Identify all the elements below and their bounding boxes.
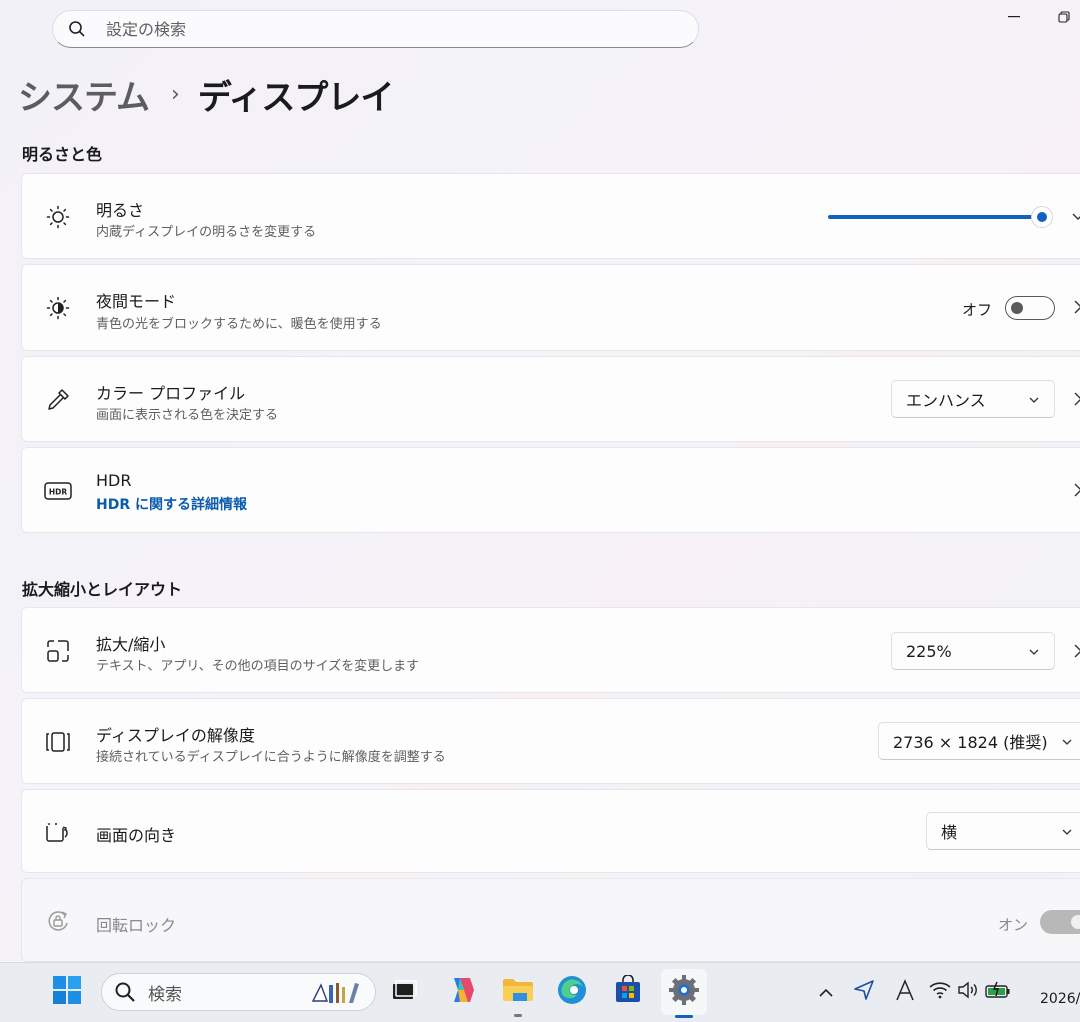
- ime-icon: [895, 979, 915, 1005]
- store-icon: [613, 974, 643, 1009]
- show-hidden-icons-button[interactable]: [805, 971, 847, 1013]
- color-profile-title: カラー プロファイル: [96, 384, 246, 403]
- resolution-subtitle: 接続されているディスプレイに合うように解像度を調整する: [96, 750, 446, 765]
- search-input[interactable]: [104, 18, 628, 40]
- orientation-value: 横: [941, 823, 958, 842]
- taskbar-search-label: 検索: [148, 984, 182, 1005]
- gear-icon: [668, 974, 700, 1010]
- brightness-card: 明るさ 内蔵ディスプレイの明るさを変更する: [21, 173, 1080, 259]
- night-mode-card[interactable]: 夜間モード 青色の光をブロックするために、暖色を使用する オフ: [21, 264, 1080, 351]
- task-view-button[interactable]: [383, 971, 425, 1013]
- location-arrow-icon: [853, 979, 875, 1005]
- resolution-card: ディスプレイの解像度 接続されているディスプレイに合うように解像度を調整する 2…: [21, 698, 1080, 784]
- windows-logo-icon: [52, 975, 82, 1009]
- chevron-right-icon[interactable]: [1072, 642, 1080, 663]
- night-light-icon: [44, 294, 72, 322]
- rotation-lock-state: オン: [998, 916, 1029, 934]
- chevron-right-icon: ›: [170, 82, 180, 107]
- chevron-down-icon: [1028, 391, 1040, 403]
- hdr-icon-text: HDR: [49, 488, 68, 497]
- edge-browser-icon: [556, 974, 588, 1010]
- chevron-down-icon[interactable]: [1072, 206, 1080, 227]
- settings-button[interactable]: [661, 969, 707, 1018]
- orientation-dropdown[interactable]: 横: [926, 812, 1080, 850]
- resolution-value: 2736 × 1824 (推奨): [893, 733, 1048, 752]
- hdr-icon: HDR: [44, 477, 72, 505]
- scale-card: 拡大/縮小 テキスト、アプリ、その他の項目のサイズを変更します 225%: [21, 607, 1080, 693]
- color-profile-dropdown[interactable]: エンハンス: [891, 380, 1055, 418]
- folder-icon: [501, 975, 535, 1009]
- settings-search-box[interactable]: [52, 10, 699, 48]
- running-indicator: [514, 1014, 522, 1017]
- brightness-subtitle: 内蔵ディスプレイの明るさを変更する: [96, 225, 317, 240]
- task-view-icon: [390, 978, 418, 1006]
- search-highlight-icon: [309, 979, 367, 1011]
- taskbar: 検索 2026/: [0, 962, 1080, 1022]
- slider-track: [828, 215, 1038, 219]
- wifi-icon: [929, 981, 951, 1003]
- orientation-title: 画面の向き: [96, 826, 177, 845]
- night-mode-toggle[interactable]: [1005, 296, 1055, 320]
- orientation-card: 画面の向き 横: [21, 789, 1080, 873]
- night-mode-state: オフ: [962, 301, 993, 319]
- copilot-icon: [446, 974, 478, 1010]
- store-button[interactable]: [607, 971, 649, 1013]
- chevron-down-icon: [1028, 643, 1040, 655]
- eyedropper-icon: [44, 386, 72, 414]
- hdr-info-link[interactable]: HDR に関する詳細情報: [96, 494, 247, 514]
- color-profile-value: エンハンス: [906, 391, 986, 410]
- chevron-right-icon[interactable]: [1072, 390, 1080, 411]
- rotation-lock-icon: [44, 907, 72, 935]
- volume-icon: [957, 981, 979, 1003]
- hdr-title: HDR: [96, 471, 132, 490]
- clock-date[interactable]: 2026/: [1040, 991, 1080, 1007]
- taskbar-search[interactable]: 検索: [101, 973, 376, 1011]
- sun-icon: [44, 203, 72, 231]
- breadcrumb: システム › ディスプレイ: [18, 70, 395, 119]
- color-profile-subtitle: 画面に表示される色を決定する: [96, 408, 279, 423]
- scale-title: 拡大/縮小: [96, 635, 166, 654]
- breadcrumb-parent[interactable]: システム: [18, 70, 150, 119]
- slider-thumb[interactable]: [1031, 206, 1053, 228]
- resolution-dropdown[interactable]: 2736 × 1824 (推奨): [878, 722, 1080, 760]
- file-explorer-button[interactable]: [497, 971, 539, 1017]
- rotation-lock-toggle[interactable]: [1040, 910, 1080, 934]
- scale-subtitle: テキスト、アプリ、その他の項目のサイズを変更します: [96, 659, 420, 674]
- rotation-lock-title: 回転ロック: [96, 916, 177, 935]
- night-mode-subtitle: 青色の光をブロックするために、暖色を使用する: [96, 317, 382, 332]
- battery-charging-icon: [985, 981, 1011, 1003]
- chevron-down-icon: [1061, 823, 1073, 835]
- active-indicator: [675, 1015, 693, 1018]
- restore-button[interactable]: [1053, 8, 1075, 26]
- section-title-brightness-color: 明るさと色: [22, 145, 103, 164]
- input-method-button[interactable]: [884, 971, 926, 1013]
- chevron-right-icon[interactable]: [1072, 298, 1080, 319]
- scale-icon: [44, 637, 72, 665]
- start-button[interactable]: [46, 971, 88, 1013]
- search-icon: [68, 20, 86, 38]
- edge-button[interactable]: [551, 971, 593, 1013]
- minimize-button[interactable]: [1003, 8, 1025, 26]
- chevron-down-icon: [1061, 733, 1073, 745]
- scale-value: 225%: [906, 641, 952, 661]
- scale-dropdown[interactable]: 225%: [891, 632, 1055, 670]
- orientation-icon: [44, 818, 72, 846]
- search-icon: [114, 981, 136, 1003]
- location-button[interactable]: [843, 971, 885, 1013]
- night-mode-title: 夜間モード: [96, 292, 177, 311]
- brightness-slider[interactable]: [828, 206, 1053, 228]
- copilot-button[interactable]: [441, 971, 483, 1013]
- chevron-right-icon[interactable]: [1072, 481, 1080, 502]
- quick-settings-button[interactable]: [925, 971, 1015, 1013]
- brightness-title: 明るさ: [96, 201, 145, 220]
- resolution-icon: [44, 728, 72, 756]
- color-profile-card: カラー プロファイル 画面に表示される色を決定する エンハンス: [21, 356, 1080, 442]
- page-title: ディスプレイ: [197, 78, 395, 118]
- rotation-lock-card: 回転ロック オン: [21, 878, 1080, 962]
- chevron-up-icon: [819, 983, 833, 1002]
- resolution-title: ディスプレイの解像度: [96, 726, 255, 745]
- section-title-scale-layout: 拡大縮小とレイアウト: [22, 580, 183, 599]
- hdr-card[interactable]: HDR HDR HDR に関する詳細情報: [21, 447, 1080, 533]
